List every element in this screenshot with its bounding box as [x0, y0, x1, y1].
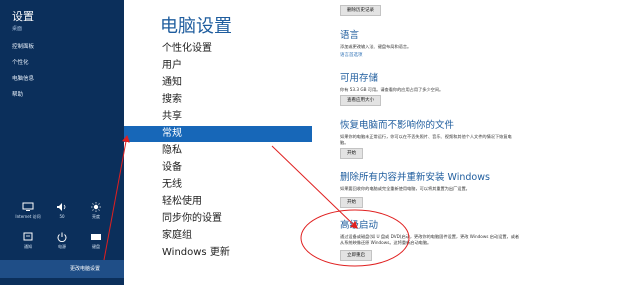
category-label: 轻松使用	[162, 196, 202, 207]
category-windows-update[interactable]: Windows 更新	[124, 245, 312, 261]
tile-keyboard[interactable]: 键盘	[82, 232, 110, 250]
storage-title: 可用存储	[340, 73, 379, 84]
tile-volume[interactable]: 50	[48, 202, 76, 219]
category-label: 通知	[162, 77, 182, 88]
tile-power[interactable]: 电源	[48, 232, 76, 250]
category-personalize[interactable]: 个性化设置	[124, 41, 312, 57]
category-devices[interactable]: 设备	[124, 160, 312, 176]
language-title: 语言	[340, 30, 360, 41]
charm-link-help[interactable]: 帮助	[12, 90, 23, 98]
category-label: 设备	[162, 162, 182, 173]
tile-notifications[interactable]: 通知	[14, 232, 42, 250]
category-label: 家庭组	[162, 230, 192, 241]
pc-settings-category-panel: 电脑设置 个性化设置 用户 通知 搜索 共享 常规 隐私 设备 无线 轻松使用 …	[124, 0, 312, 285]
charm-subtitle: 桌面	[12, 26, 23, 32]
refresh-title: 恢复电脑而不影响你的文件	[340, 120, 455, 131]
clear-history-button[interactable]: 删除历史记录	[340, 5, 381, 16]
advanced-startup-desc: 通过设备或磁盘(如 U 盘或 DVD)启动，更改你的电脑固件设置，更改 Wind…	[340, 234, 520, 245]
category-homegroup[interactable]: 家庭组	[124, 228, 312, 244]
reset-start-button[interactable]: 开始	[340, 197, 363, 208]
change-pc-settings-label: 更改电脑设置	[69, 266, 100, 272]
language-desc: 添加或更改输入法、键盘布局和语言。	[340, 44, 412, 49]
refresh-desc: 如果你的电脑未正常运行，你可以在不丢失照片、音乐、视频和其他个人文件的情况下恢复…	[340, 134, 512, 145]
settings-charm-pane: 设置 桌面 控制面板 个性化 电脑信息 帮助 Internet 访问 50 亮度…	[0, 0, 124, 285]
category-share[interactable]: 共享	[124, 109, 312, 125]
tile-notifications-label: 通知	[24, 244, 32, 249]
category-ease-of-access[interactable]: 轻松使用	[124, 194, 312, 210]
category-label: 用户	[162, 60, 182, 71]
view-app-sizes-button[interactable]: 查看应用大小	[340, 95, 381, 106]
reset-desc: 如果要回收你的电脑或完全重新使用电脑，可以将其重置为出厂设置。	[340, 186, 470, 191]
category-label: 常规	[162, 128, 182, 139]
tile-keyboard-label: 键盘	[92, 244, 100, 249]
category-users[interactable]: 用户	[124, 58, 312, 74]
category-label: 同步你的设置	[162, 213, 222, 224]
tile-network-label: Internet 访问	[15, 214, 41, 219]
advanced-startup-title: 高级启动	[340, 220, 379, 231]
language-preferences-link[interactable]: 语言首选项	[340, 52, 363, 58]
category-search[interactable]: 搜索	[124, 92, 312, 108]
tile-volume-label: 50	[59, 214, 65, 219]
category-label: 共享	[162, 111, 182, 122]
keyboard-icon	[91, 234, 101, 240]
category-label: Windows 更新	[162, 247, 230, 258]
refresh-start-button[interactable]: 开始	[340, 148, 363, 159]
brightness-icon	[91, 202, 101, 212]
tile-brightness-label: 亮度	[92, 214, 100, 219]
category-sync-settings[interactable]: 同步你的设置	[124, 211, 312, 227]
category-privacy[interactable]: 隐私	[124, 143, 312, 159]
power-icon	[57, 232, 67, 242]
category-label: 个性化设置	[162, 43, 212, 54]
volume-icon	[57, 203, 66, 211]
charm-link-pc-info[interactable]: 电脑信息	[12, 74, 34, 82]
tile-brightness[interactable]: 亮度	[82, 202, 110, 220]
charm-link-control-panel[interactable]: 控制面板	[12, 42, 34, 50]
category-label: 无线	[162, 179, 182, 190]
category-wireless[interactable]: 无线	[124, 177, 312, 193]
change-pc-settings-button[interactable]: 更改电脑设置	[0, 260, 124, 278]
category-label: 搜索	[162, 94, 182, 105]
restart-now-button[interactable]: 立即重启	[340, 250, 372, 261]
category-notifications[interactable]: 通知	[124, 75, 312, 91]
general-settings-content: 删除历史记录 语言 添加或更改输入法、键盘布局和语言。 语言首选项 可用存储 你…	[312, 0, 630, 285]
page-title: 电脑设置	[160, 16, 232, 37]
charm-title: 设置	[12, 10, 34, 23]
category-general[interactable]: 常规	[124, 126, 312, 142]
charm-link-personalization[interactable]: 个性化	[12, 58, 29, 66]
tile-power-label: 电源	[58, 244, 66, 249]
reset-title: 删除所有内容并重新安装 Windows	[340, 172, 490, 183]
storage-desc: 你有 53.3 GB 可用。请查看你的应用占用了多少空间。	[340, 87, 444, 92]
category-label: 隐私	[162, 145, 182, 156]
tile-network[interactable]: Internet 访问	[14, 202, 42, 220]
network-icon	[22, 202, 34, 211]
notifications-icon	[23, 232, 33, 241]
